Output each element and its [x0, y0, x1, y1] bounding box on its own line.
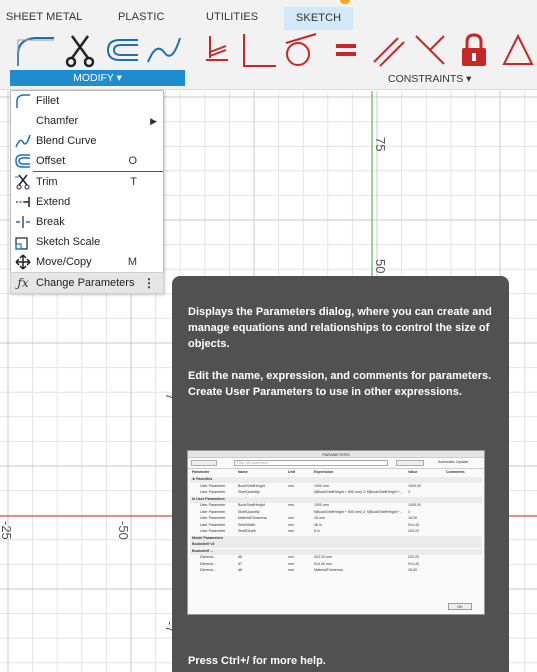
- submenu-arrow-icon: ▶: [150, 115, 157, 126]
- ribbon: MODIFY ▾ CONSTRAINTS ▾: [0, 30, 537, 90]
- menu-item-chamfer[interactable]: Chamfer ▶: [11, 111, 163, 131]
- table-row: User Parameter BookShelfHeight mm 1000 mm 10…: [200, 503, 421, 507]
- parameters-dialog-preview: PARAMETERS Filter all parameters Automat…: [187, 450, 485, 615]
- fillet-icon[interactable]: [12, 32, 56, 68]
- blend-curve-icon: [13, 131, 33, 151]
- table-row: User Parameter ShelfQuantity fl(BookShelfH…: [200, 509, 410, 514]
- table-row: Bookshelf ...: [190, 548, 482, 555]
- trim-icon[interactable]: [62, 32, 98, 68]
- axis-label: -50: [116, 521, 131, 540]
- tab-utilities[interactable]: UTILITIES: [206, 11, 258, 23]
- tangent-icon[interactable]: [282, 32, 318, 68]
- table-row: User Parameter ShelfWidth mm 36 in 914.40: [200, 522, 419, 527]
- dialog-filter-input: Filter all parameters: [234, 460, 388, 466]
- break-icon: [13, 212, 33, 232]
- auto-update-checkbox: Automatic Update: [438, 460, 469, 464]
- collinear-icon[interactable]: [414, 32, 446, 68]
- toolbar-tabs: SHEET METAL PLASTIC UTILITIES SKETCH: [0, 0, 537, 30]
- dialog-ok-button: OK: [448, 603, 472, 610]
- constraints-dropdown[interactable]: CONSTRAINTS ▾: [388, 73, 471, 85]
- menu-item-extend[interactable]: Extend: [11, 192, 163, 212]
- menu-item-sketch-scale[interactable]: Sketch Scale: [11, 232, 163, 252]
- modify-dropdown[interactable]: MODIFY ▾: [10, 70, 185, 86]
- fillet-icon: [13, 91, 33, 111]
- axis-label: 75: [373, 137, 388, 152]
- equal-icon[interactable]: [334, 32, 358, 68]
- more-options-icon[interactable]: ⋮: [143, 276, 155, 290]
- parameters-table: Parameter Name Unit Expression Value Comments…: [188, 468, 484, 598]
- table-row: Bookshelf v3: [190, 542, 482, 548]
- menu-item-move-copy[interactable]: Move/Copy M: [11, 252, 163, 272]
- axis-label: 50: [373, 259, 388, 274]
- table-header: Parameter Name Unit Expression Value Comments: [192, 470, 465, 474]
- table-row: Dimensi... d8 mm MaterialThickness 18.00: [200, 568, 417, 572]
- move-icon: [13, 252, 33, 272]
- table-row: User Parameter ShelfDepth mm 8 in 203.20: [200, 529, 419, 533]
- trim-icon: [13, 172, 33, 192]
- triangle-icon[interactable]: [502, 32, 537, 68]
- fix-icon[interactable]: [458, 32, 490, 68]
- axis-label: -25: [0, 521, 14, 540]
- table-row: Model Parameters: [190, 535, 482, 542]
- table-row: ★ Favorites: [190, 477, 482, 483]
- dialog-add-buttons: [396, 460, 424, 466]
- menu-item-fillet[interactable]: Fillet: [11, 91, 163, 111]
- menu-item-trim[interactable]: Trim T: [11, 172, 163, 192]
- table-row: User Parameter ShelfQuantity fl(BookShelfH…: [200, 490, 410, 494]
- tab-plastic[interactable]: PLASTIC: [118, 11, 165, 23]
- table-row: Dimensi... d6 mm 203.20 mm 203.20: [200, 555, 419, 559]
- dialog-title: PARAMETERS: [188, 451, 484, 458]
- tooltip-description: Displays the Parameters dialog, where yo…: [188, 306, 492, 350]
- table-row: fx User Parameters: [190, 496, 482, 503]
- blend-curve-icon[interactable]: [144, 32, 184, 68]
- extend-icon: [13, 192, 33, 212]
- tab-sketch[interactable]: SKETCH: [284, 7, 354, 30]
- fx-icon: ƒx: [17, 276, 29, 290]
- table-row: User Parameter MaterialThickness mm 18 mm 18…: [200, 516, 417, 520]
- table-row: User Parameter BookShelfHeight mm 1000 mm 10…: [200, 483, 421, 488]
- coincident-icon[interactable]: [204, 32, 230, 68]
- modify-menu: Fillet Chamfer ▶ Blend Curve Offset O Tr…: [10, 90, 164, 294]
- tab-sheet-metal[interactable]: SHEET METAL: [6, 11, 83, 23]
- tooltip-details: Edit the name, expression, and comments …: [188, 370, 492, 398]
- notification-marker: [340, 0, 350, 4]
- parallel-icon[interactable]: [372, 32, 406, 68]
- menu-item-blend-curve[interactable]: Blend Curve: [11, 131, 163, 151]
- perpendicular-icon[interactable]: [240, 32, 278, 68]
- offset-icon: [13, 151, 33, 171]
- tooltip: Displays the Parameters dialog, where yo…: [172, 276, 509, 672]
- dialog-toolbar-buttons: [191, 460, 217, 466]
- menu-item-break[interactable]: Break: [11, 212, 163, 232]
- offset-icon[interactable]: [104, 32, 140, 68]
- menu-item-offset[interactable]: Offset O: [11, 151, 163, 171]
- table-row: Dimensi... d7 mm 914.40 mm 914.40: [200, 561, 419, 566]
- tooltip-help-hint: Press Ctrl+/ for more help.: [188, 655, 326, 667]
- sketch-scale-icon: [13, 232, 33, 252]
- menu-item-change-parameters[interactable]: ƒx Change Parameters ⋮: [10, 272, 164, 294]
